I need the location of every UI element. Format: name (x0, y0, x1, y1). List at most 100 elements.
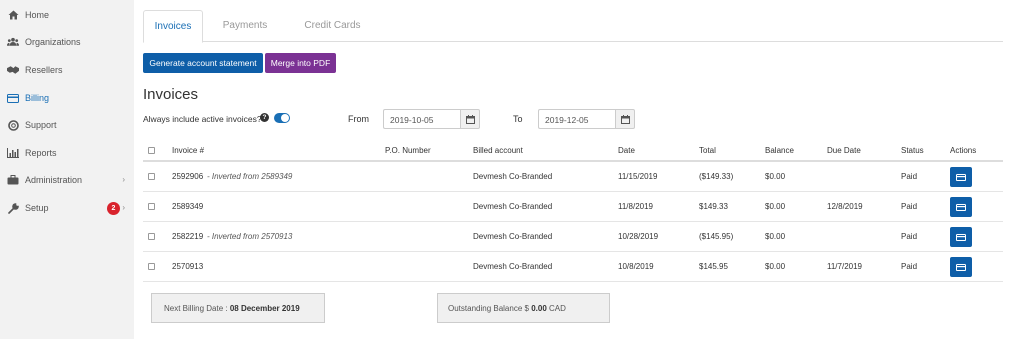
outstanding-currency: $ (524, 304, 529, 313)
sidebar-item-home[interactable]: Home (0, 5, 134, 25)
tab-bar: Invoices Payments Credit Cards (143, 10, 1003, 43)
pay-invoice-button[interactable] (950, 167, 972, 187)
sidebar-item-reports[interactable]: Reports (0, 143, 134, 163)
sidebar-item-label: Setup (25, 203, 49, 213)
invoice-date: 10/8/2019 (618, 262, 654, 271)
invoice-date: 11/15/2019 (618, 172, 658, 181)
row-checkbox[interactable] (148, 173, 155, 180)
pay-invoice-button[interactable] (950, 197, 972, 217)
credit-card-icon (956, 173, 966, 181)
invoice-date: 11/8/2019 (618, 202, 653, 211)
invoice-due-date: 12/8/2019 (827, 202, 863, 211)
generate-account-statement-button[interactable]: Generate account statement (143, 53, 263, 73)
outstanding-unit: CAD (549, 304, 566, 313)
invoice-total: ($149.33) (699, 172, 734, 181)
header-invoice: Invoice # (172, 146, 205, 155)
header-date: Date (618, 146, 635, 155)
next-billing-box: Next Billing Date : 08 December 2019 (151, 293, 325, 323)
invoice-note: - Inverted from 2589349 (207, 172, 293, 181)
sidebar-item-label: Home (25, 10, 50, 20)
sidebar-item-administration[interactable]: Administration › (0, 170, 134, 190)
sidebar-item-billing[interactable]: Billing (0, 88, 134, 108)
billed-account: Devmesh Co-Branded (473, 262, 553, 271)
invoice-status: Paid (901, 202, 918, 211)
invoice-number[interactable]: 2582219 (172, 232, 203, 241)
to-date-input[interactable]: 2019-12-05 (538, 109, 616, 129)
next-billing-label: Next Billing Date : (164, 304, 228, 313)
briefcase-icon (7, 174, 19, 186)
tab-payments[interactable]: Payments (215, 10, 275, 42)
from-label: From (348, 114, 369, 124)
invoice-number[interactable]: 2589349 (172, 202, 203, 211)
tab-invoices[interactable]: Invoices (143, 10, 203, 43)
select-all-checkbox[interactable] (148, 147, 155, 154)
row-checkbox[interactable] (148, 203, 155, 210)
to-calendar-button[interactable] (615, 109, 635, 129)
sidebar-item-setup[interactable]: Setup 2 › (0, 198, 134, 218)
home-icon (7, 9, 19, 21)
pay-invoice-button[interactable] (950, 227, 972, 247)
invoice-balance: $0.00 (765, 262, 786, 271)
header-actions: Actions (950, 146, 977, 155)
always-include-toggle[interactable] (274, 113, 290, 123)
invoice-status: Paid (901, 262, 918, 271)
invoice-note: - Inverted from 2570913 (207, 232, 293, 241)
billed-account: Devmesh Co-Branded (473, 232, 553, 241)
from-date-input[interactable]: 2019-10-05 (383, 109, 461, 129)
bar-chart-icon (7, 147, 19, 159)
credit-card-icon (956, 233, 966, 241)
always-include-label: Always include active invoices? (143, 114, 262, 124)
invoice-status: Paid (901, 232, 918, 241)
sidebar: Home Organizations Resellers Billing Sup… (0, 0, 134, 339)
users-icon (7, 36, 19, 48)
invoice-number[interactable]: 2570913 (172, 262, 203, 271)
credit-card-icon (956, 203, 966, 211)
tab-credit-cards[interactable]: Credit Cards (295, 10, 370, 42)
sidebar-item-label: Reports (25, 148, 57, 158)
sidebar-item-support[interactable]: Support (0, 115, 134, 135)
sidebar-item-label: Organizations (25, 37, 81, 47)
header-po-number: P.O. Number (385, 146, 431, 155)
calendar-icon (620, 114, 630, 124)
notification-badge: 2 (107, 202, 120, 215)
outstanding-balance-value: 0.00 (531, 304, 547, 313)
sidebar-item-label: Administration (25, 175, 83, 185)
table-row: 2589349 Devmesh Co-Branded 11/8/2019 $14… (143, 192, 1003, 222)
outstanding-balance-box: Outstanding Balance $ 0.00 CAD (437, 293, 610, 323)
sidebar-item-resellers[interactable]: Resellers (0, 60, 134, 80)
invoice-status: Paid (901, 172, 918, 181)
table-header: Invoice # P.O. Number Billed account Dat… (143, 140, 1003, 162)
from-calendar-button[interactable] (460, 109, 480, 129)
row-checkbox[interactable] (148, 263, 155, 270)
invoice-date: 10/28/2019 (618, 232, 659, 241)
pay-invoice-button[interactable] (950, 257, 972, 277)
calendar-icon (465, 114, 475, 124)
billed-account: Devmesh Co-Branded (473, 202, 553, 211)
row-checkbox[interactable] (148, 233, 155, 240)
wrench-icon (7, 202, 19, 214)
filter-row: Always include active invoices? ? From 2… (143, 109, 663, 129)
invoice-due-date: 11/7/2019 (827, 262, 862, 271)
sidebar-item-label: Billing (25, 93, 50, 103)
merge-into-pdf-button[interactable]: Merge into PDF (265, 53, 336, 73)
invoice-total: ($145.95) (699, 232, 734, 241)
header-balance: Balance (765, 146, 794, 155)
next-billing-value: 08 December 2019 (229, 304, 300, 313)
header-total: Total (699, 146, 716, 155)
table-row: 2570913 Devmesh Co-Branded 10/8/2019 $14… (143, 252, 1003, 282)
handshake-icon (7, 64, 19, 76)
sidebar-item-organizations[interactable]: Organizations (0, 32, 134, 52)
header-status: Status (901, 146, 924, 155)
invoice-number[interactable]: 2592906 (172, 172, 203, 181)
main-content: Invoices Payments Credit Cards Generate … (134, 0, 1024, 339)
invoice-balance: $0.00 (765, 172, 786, 181)
table-row: 2592906 - Inverted from 2589349 Devmesh … (143, 162, 1003, 192)
help-icon[interactable]: ? (260, 113, 269, 122)
outstanding-balance-label: Outstanding Balance (448, 304, 523, 313)
chevron-right-icon: › (122, 203, 125, 212)
invoice-balance: $0.00 (765, 202, 786, 211)
header-billed-account: Billed account (473, 146, 523, 155)
invoice-total: $145.95 (699, 262, 728, 271)
sidebar-item-label: Resellers (25, 65, 63, 75)
table-row: 2582219 - Inverted from 2570913 Devmesh … (143, 222, 1003, 252)
